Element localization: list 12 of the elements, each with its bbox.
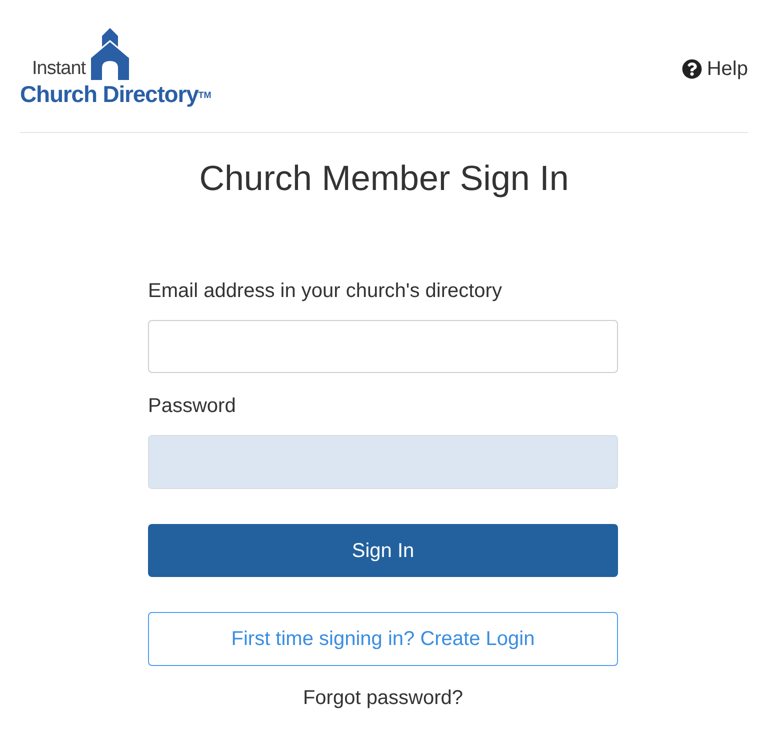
forgot-password-link[interactable]: Forgot password? [302, 686, 464, 710]
help-icon [682, 59, 702, 79]
sign-in-button[interactable]: Sign In [148, 524, 618, 577]
password-field[interactable] [148, 435, 618, 489]
page-title: Church Member Sign In [198, 158, 570, 199]
field-label: Email address in your church's directory [148, 279, 503, 303]
field-label: Password [148, 394, 237, 418]
church-icon [88, 28, 131, 80]
email-field[interactable] [148, 320, 618, 373]
logo-text: Instant [32, 59, 86, 79]
help-link[interactable]: Help [682, 54, 748, 84]
logo-text: Church Directory$^{TM}$ [20, 80, 212, 108]
